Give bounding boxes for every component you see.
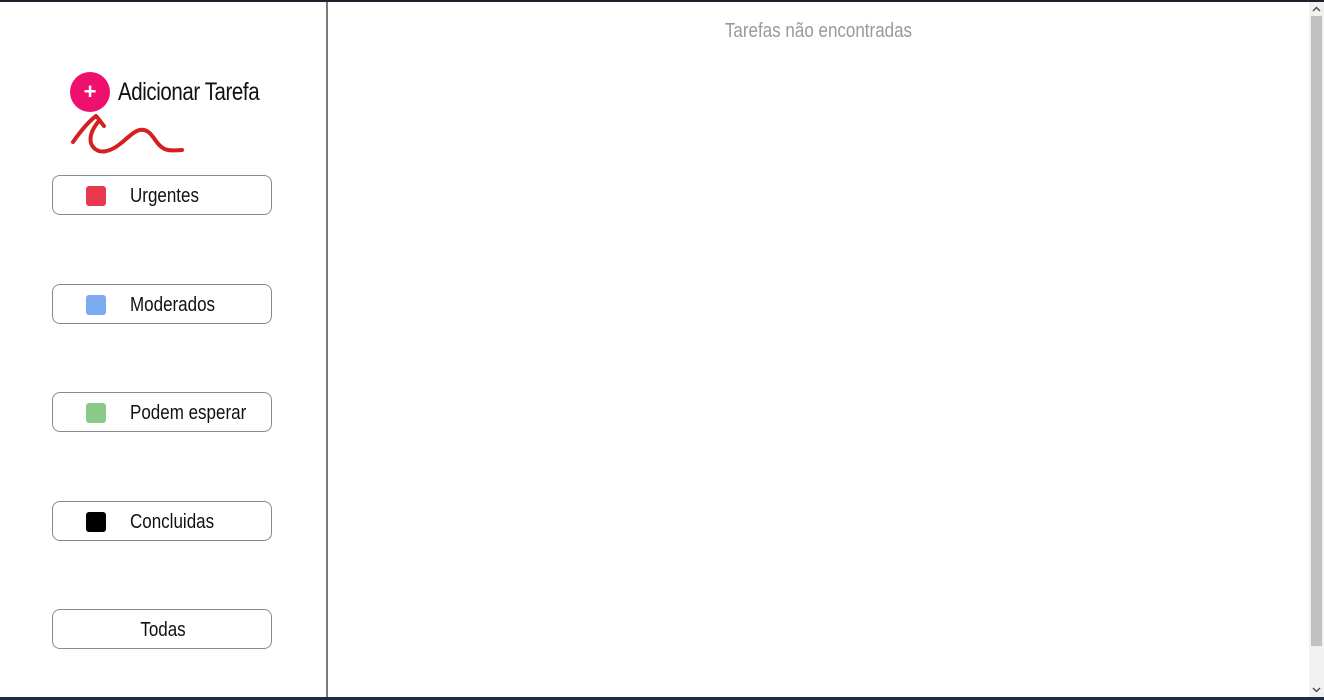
filter-label: Moderados xyxy=(130,294,216,316)
filter-urgentes-button[interactable]: Urgentes xyxy=(52,175,272,215)
filter-moderados-button[interactable]: Moderados xyxy=(52,284,272,324)
red-scribble-annotation xyxy=(71,114,184,154)
filter-label: Podem esperar xyxy=(130,402,247,424)
filter-todas-button[interactable]: Todas xyxy=(52,609,272,649)
moderate-color-swatch xyxy=(86,295,106,315)
sidebar: + Adicionar Tarefa Urgentes Moderados Po… xyxy=(0,2,328,697)
plus-icon[interactable]: + xyxy=(70,72,110,112)
scrollbar-thumb[interactable] xyxy=(1311,16,1322,646)
completed-color-swatch xyxy=(86,512,106,532)
vertical-scrollbar[interactable] xyxy=(1309,2,1324,697)
empty-tasks-message: Tarefas não encontradas xyxy=(724,20,913,42)
scroll-down-arrow-icon[interactable] xyxy=(1309,683,1324,697)
filter-label: Concluidas xyxy=(130,511,215,533)
filter-podem-esperar-button[interactable]: Podem esperar xyxy=(52,392,272,432)
add-task-button[interactable]: + Adicionar Tarefa xyxy=(70,72,290,112)
urgent-color-swatch xyxy=(86,186,106,206)
can-wait-color-swatch xyxy=(86,403,106,423)
scroll-up-arrow-icon[interactable] xyxy=(1309,2,1324,16)
filter-concluidas-button[interactable]: Concluidas xyxy=(52,501,272,541)
add-task-label[interactable]: Adicionar Tarefa xyxy=(118,78,260,107)
filter-label: Urgentes xyxy=(130,185,199,207)
filter-label: Todas xyxy=(140,619,186,641)
task-list-area: Tarefas não encontradas xyxy=(328,2,1309,697)
